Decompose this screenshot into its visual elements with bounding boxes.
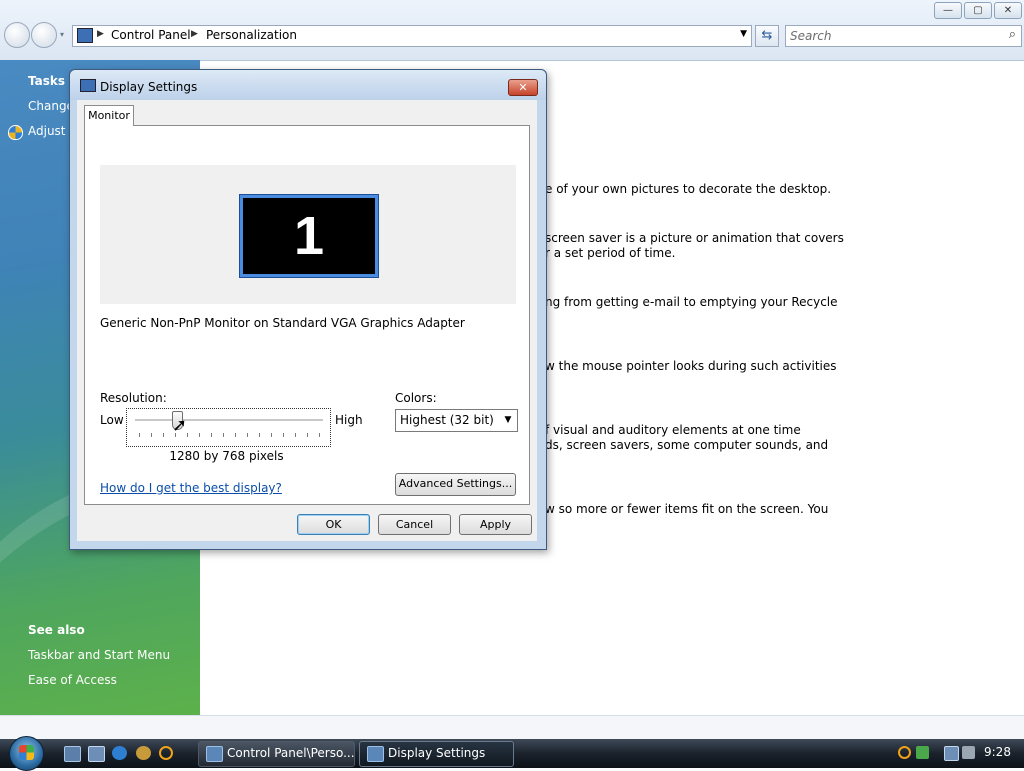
dialog-body: Monitor 1 Generic Non-PnP Monitor on Sta… — [77, 100, 537, 541]
explorer-toolbar: — ▢ ✕ ▾ ▶ Control Panel ▶ Personalizatio… — [0, 0, 1024, 61]
maximize-button[interactable]: ▢ — [964, 2, 992, 19]
slider-tick — [139, 433, 140, 437]
slider-tick — [235, 433, 236, 437]
colors-label: Colors: — [395, 391, 437, 405]
see-also-ease-of-access-link[interactable]: Ease of Access — [28, 673, 117, 687]
clock[interactable]: 9:28 — [984, 745, 1011, 759]
search-input[interactable] — [790, 28, 995, 43]
search-box[interactable]: ⌕ — [785, 25, 1022, 47]
recent-pages-dropdown-icon[interactable]: ▾ — [60, 30, 64, 39]
colors-selected-value: Highest (32 bit) — [400, 413, 494, 427]
start-button[interactable] — [9, 736, 44, 771]
slider-tick — [199, 433, 200, 437]
address-dropdown-icon[interactable]: ▼ — [740, 29, 747, 39]
slider-tick — [259, 433, 260, 437]
sounds-description: ng from getting e-mail to emptying your … — [545, 295, 838, 309]
close-window-button[interactable]: ✕ — [994, 2, 1022, 19]
address-bar[interactable]: ▶ Control Panel ▶ Personalization ▼ — [72, 25, 752, 47]
search-icon[interactable] — [159, 746, 173, 760]
security-shield-icon — [8, 125, 23, 140]
breadcrumb-separator-icon[interactable]: ▶ — [191, 29, 198, 39]
slider-tick — [283, 433, 284, 437]
see-also-taskbar-link[interactable]: Taskbar and Start Menu — [28, 648, 170, 662]
switch-windows-icon[interactable] — [88, 746, 105, 762]
screen-saver-description-2: r a set period of time. — [545, 246, 676, 260]
taskbar-button-control-panel[interactable]: Control Panel\Perso... — [198, 741, 355, 767]
cancel-button[interactable]: Cancel — [378, 514, 451, 535]
screen-saver-description: screen saver is a picture or animation t… — [545, 231, 844, 245]
mouse-pointer-description: w the mouse pointer looks during such ac… — [545, 359, 837, 373]
dialog-title-bar[interactable]: Display Settings ✕ — [70, 70, 546, 100]
task-link-change[interactable]: Change — [28, 99, 74, 113]
monitor-tab-panel: 1 Generic Non-PnP Monitor on Standard VG… — [84, 125, 530, 505]
taskbar-button-display-settings[interactable]: Display Settings — [359, 741, 514, 767]
network-status-icon[interactable] — [916, 746, 929, 759]
chevron-down-icon[interactable]: ▼ — [499, 410, 517, 431]
slider-tick — [187, 433, 188, 437]
task-link-adjust[interactable]: Adjust f — [28, 124, 74, 138]
colors-select[interactable]: Highest (32 bit) ▼ — [395, 409, 518, 432]
breadcrumb-control-panel[interactable]: Control Panel — [111, 28, 191, 42]
refresh-button[interactable]: ⇆ — [755, 25, 779, 47]
slider-low-label: Low — [100, 413, 124, 427]
advanced-settings-button[interactable]: Advanced Settings... — [395, 473, 516, 496]
slider-tick — [271, 433, 272, 437]
back-button[interactable] — [4, 22, 30, 48]
show-desktop-icon[interactable] — [64, 746, 81, 762]
minimize-button[interactable]: — — [934, 2, 962, 19]
windows-logo-icon — [19, 745, 34, 760]
slider-tick — [247, 433, 248, 437]
monitor-name: Generic Non-PnP Monitor on Standard VGA … — [100, 316, 465, 330]
mouse-pointer-icon: ➚ — [172, 415, 188, 436]
quick-launch-tool-icon[interactable] — [136, 746, 151, 760]
internet-explorer-icon[interactable] — [112, 746, 127, 760]
search-tray-icon[interactable] — [898, 746, 911, 759]
slider-tick — [223, 433, 224, 437]
explorer-status-strip — [0, 715, 1024, 740]
notification-area: 9:28 — [886, 739, 1024, 768]
taskbar-button-label: Display Settings — [388, 746, 486, 760]
slider-track — [135, 419, 323, 422]
slider-high-label: High — [335, 413, 363, 427]
theme-description: f visual and auditory elements at one ti… — [545, 423, 801, 437]
best-display-help-link[interactable]: How do I get the best display? — [100, 481, 282, 495]
volume-muted-icon[interactable] — [962, 746, 975, 759]
slider-tick — [211, 433, 212, 437]
control-panel-icon — [206, 746, 223, 762]
forward-button[interactable] — [31, 22, 57, 48]
breadcrumb-personalization[interactable]: Personalization — [206, 28, 297, 42]
display-settings-description: w so more or fewer items fit on the scre… — [545, 502, 829, 516]
dialog-title: Display Settings — [100, 80, 198, 94]
slider-tick — [163, 433, 164, 437]
display-settings-dialog: Display Settings ✕ Monitor 1 Generic Non… — [69, 69, 547, 550]
breadcrumb-separator-icon[interactable]: ▶ — [97, 29, 104, 39]
monitor-number: 1 — [293, 206, 325, 266]
apply-button[interactable]: Apply — [459, 514, 532, 535]
tasks-heading: Tasks — [28, 74, 66, 88]
monitor-arrangement-area: 1 — [100, 165, 516, 304]
slider-tick — [151, 433, 152, 437]
dialog-close-button[interactable]: ✕ — [508, 79, 538, 96]
resolution-label: Resolution: — [100, 391, 167, 405]
slider-tick — [295, 433, 296, 437]
ok-button[interactable]: OK — [297, 514, 370, 535]
slider-tick — [319, 433, 320, 437]
monitor-1-preview[interactable]: 1 — [240, 195, 378, 277]
desktop-background-description: e of your own pictures to decorate the d… — [545, 182, 832, 196]
tab-monitor[interactable]: Monitor — [84, 105, 134, 126]
display-settings-icon — [80, 79, 96, 92]
control-panel-icon — [77, 28, 93, 43]
theme-description-2: ds, screen savers, some computer sounds,… — [545, 438, 829, 452]
resolution-value: 1280 by 768 pixels — [169, 449, 284, 463]
taskbar-button-label: Control Panel\Perso... — [227, 746, 355, 760]
resolution-slider[interactable]: ➚ — [126, 408, 331, 447]
see-also-heading: See also — [28, 623, 85, 637]
network-icon[interactable] — [944, 746, 959, 761]
slider-tick — [307, 433, 308, 437]
display-settings-icon — [367, 746, 384, 762]
taskbar: Control Panel\Perso... Display Settings … — [0, 736, 1024, 771]
search-icon[interactable]: ⌕ — [1009, 27, 1016, 42]
